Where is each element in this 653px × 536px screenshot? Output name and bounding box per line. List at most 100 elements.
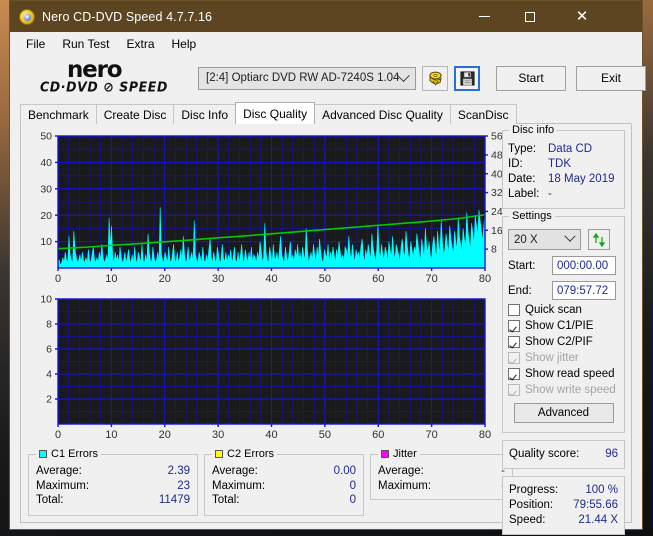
save-button[interactable] (454, 65, 480, 91)
refresh-arrows-icon (592, 232, 606, 247)
c1-average-value: 2.39 (167, 465, 190, 477)
menu-file[interactable]: File (18, 34, 54, 54)
table-row: Average: 2.39 (29, 464, 197, 479)
tab-benchmark[interactable]: Benchmark (20, 104, 97, 124)
disc-type-value: Data CD (548, 143, 593, 155)
disc-eject-button[interactable] (422, 65, 448, 91)
disc-id-value: TDK (548, 158, 571, 170)
disc-info-id: ID: TDK (503, 157, 624, 172)
checkbox-show-c1-pie[interactable]: Show C1/PIE (508, 320, 619, 332)
c2-maximum-label: Maximum: (212, 479, 266, 492)
c1-errors-stats: C1 Errors Average: 2.39 Maximum: 23 Tota… (28, 448, 198, 516)
speed-label: Speed: (509, 514, 546, 526)
c2-errors-stats-label: C2 Errors (227, 448, 275, 460)
advanced-button[interactable]: Advanced (513, 403, 614, 423)
jitter-stats: Jitter Average: - Maximum: - (370, 448, 513, 500)
position-label: Position: (509, 499, 554, 511)
checkbox-quick-scan-label: Quick scan (525, 304, 582, 316)
tab-advanced-disc-quality[interactable]: Advanced Disc Quality (314, 104, 451, 124)
start-input[interactable]: 000:00.00 (552, 256, 616, 275)
end-input[interactable]: 079:57.72 (552, 281, 616, 300)
table-row: Average: 0.00 (205, 464, 363, 479)
disc-label-label: Label: (508, 188, 540, 200)
svg-text:40: 40 (40, 157, 52, 169)
c2-chart-canvas: 2 4 6 8 10 0 10 20 30 40 50 60 70 80 (40, 294, 491, 441)
disc-quality-panel: 10 20 30 40 50 8 16 24 32 40 48 56 0 10 20 30 40 50 60 70 80… (20, 124, 632, 535)
exit-button[interactable]: Exit (576, 65, 646, 91)
checkbox-show-c2-pif[interactable]: Show C2/PIF (508, 336, 619, 348)
disc-info-type: Type: Data CD (503, 142, 624, 157)
speed-select[interactable]: 20 X (508, 229, 581, 250)
svg-text:40: 40 (265, 273, 277, 285)
svg-text:2: 2 (46, 394, 52, 406)
quality-score-label: Quality score: (509, 448, 580, 460)
close-button[interactable]: ✕ (558, 1, 606, 32)
start-value: 000:00.00 (557, 259, 609, 272)
svg-text:0: 0 (55, 273, 61, 285)
disc-info-label: Label: - (503, 187, 624, 202)
c2-color-swatch (215, 450, 223, 458)
checkbox-quick-scan[interactable]: Quick scan (508, 304, 619, 316)
tab-disc-info[interactable]: Disc Info (173, 104, 237, 124)
svg-text:40: 40 (265, 429, 277, 441)
tab-strip: Benchmark Create Disc Disc Info Disc Qua… (10, 102, 642, 124)
c1-chart-canvas: 102030405081624324048560 10 20 30 40 50 60 70 80 (40, 131, 503, 285)
c1-errors-stats-title: C1 Errors (36, 448, 102, 460)
svg-text:30: 30 (212, 273, 224, 285)
toolbar: nero CD·DVD ⊘ SPEED [2:4] Optiarc DVD RW… (10, 56, 646, 100)
svg-text:50: 50 (319, 273, 331, 285)
start-label: Start: (508, 259, 536, 272)
speed-value: 21.44 X (578, 514, 618, 526)
drive-select[interactable]: [2:4] Optiarc DVD RW AD-7240S 1.04 (198, 66, 416, 90)
disc-date-value: 18 May 2019 (548, 173, 615, 185)
jitter-color-swatch (381, 450, 389, 458)
maximize-button[interactable] (507, 1, 552, 32)
checkbox-show-c2-pif-label: Show C2/PIF (525, 336, 593, 348)
menu-run-test[interactable]: Run Test (54, 34, 118, 54)
svg-text:20: 20 (159, 429, 171, 441)
checkbox-show-jitter-label: Show jitter (525, 352, 579, 364)
close-icon: ✕ (575, 8, 589, 25)
disc-id-label: ID: (508, 158, 523, 170)
svg-text:10: 10 (105, 429, 117, 441)
speed-select-value: 20 X (514, 233, 538, 246)
tab-create-disc[interactable]: Create Disc (95, 104, 175, 124)
c2-errors-stats-title: C2 Errors (212, 448, 278, 460)
svg-text:20: 20 (159, 273, 171, 285)
checkbox-show-jitter: Show jitter (508, 352, 619, 364)
jitter-stats-label: Jitter (393, 448, 417, 460)
checkbox-icon (508, 368, 520, 380)
position-value: 79:55.66 (573, 499, 618, 511)
checkbox-icon (508, 304, 520, 316)
c2-errors-chart: 2 4 6 8 10 0 10 20 30 40 50 60 70 80 (28, 293, 513, 446)
checkbox-show-write-speed: Show write speed (508, 384, 619, 396)
start-button[interactable]: Start (496, 65, 566, 91)
quality-score-group: Quality score: 96 (502, 440, 625, 469)
menu-help[interactable]: Help (164, 34, 206, 54)
checkbox-show-read-speed-label: Show read speed (525, 368, 615, 380)
menu-extra[interactable]: Extra (118, 34, 163, 54)
chevron-down-icon (564, 230, 576, 242)
c1-errors-chart: 10 20 30 40 50 8 16 24 32 40 48 56 0 10 20 30 40 50 60 70 80 (28, 130, 513, 290)
refresh-button[interactable] (588, 229, 610, 250)
c2-errors-stats: C2 Errors Average: 0.00 Maximum: 0 Total… (204, 448, 364, 516)
tab-disc-quality[interactable]: Disc Quality (235, 102, 316, 124)
disc-info-group: Disc info Type: Data CD ID: TDK Date: 18… (502, 124, 625, 209)
checkbox-show-c1-pie-label: Show C1/PIE (525, 320, 594, 332)
drive-select-value: [2:4] Optiarc DVD RW AD-7240S 1.04 (206, 72, 400, 84)
svg-text:80: 80 (479, 429, 491, 441)
checkbox-show-read-speed[interactable]: Show read speed (508, 368, 619, 380)
nero-disc-icon (19, 8, 35, 25)
minimize-button[interactable] (462, 1, 507, 32)
settings-title: Settings (509, 210, 555, 222)
nero-logo: nero CD·DVD ⊘ SPEED (40, 57, 188, 98)
checkbox-icon (508, 384, 520, 396)
minimize-icon (479, 16, 490, 17)
floppy-save-icon (459, 70, 475, 86)
checkbox-icon (508, 336, 520, 348)
svg-text:70: 70 (426, 273, 438, 285)
svg-text:30: 30 (212, 429, 224, 441)
maximize-icon (524, 11, 535, 22)
svg-text:8: 8 (46, 319, 52, 331)
tab-scandisc[interactable]: ScanDisc (449, 104, 517, 124)
